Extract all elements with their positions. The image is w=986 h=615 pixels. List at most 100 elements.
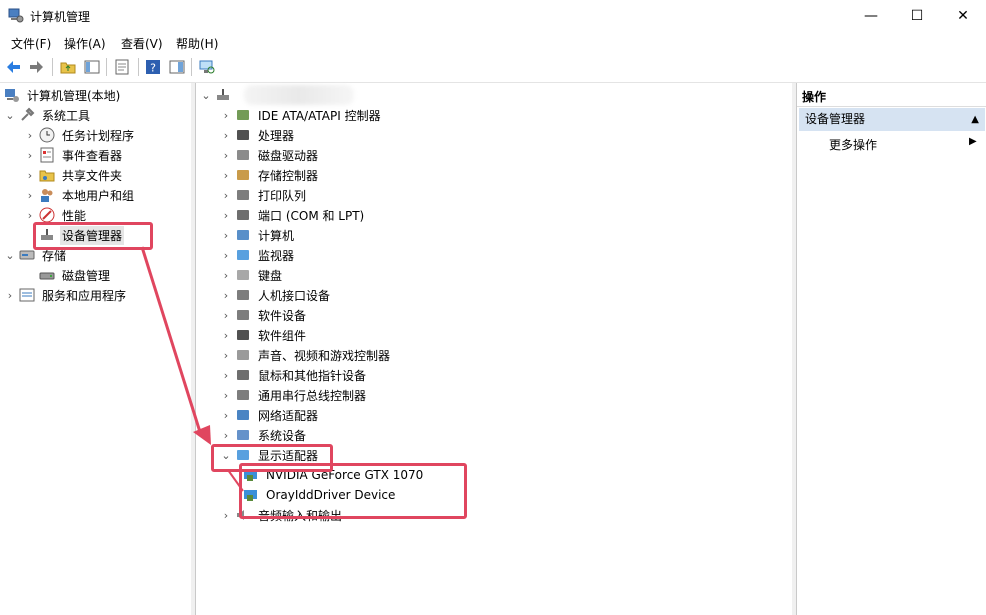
chevron-right-icon[interactable]: › — [220, 505, 232, 525]
usb-icon — [237, 390, 249, 400]
more-actions-item[interactable]: 更多操作 — [829, 136, 877, 153]
device-category-label: 监视器 — [258, 248, 295, 263]
close-button[interactable]: ✕ — [940, 0, 986, 31]
device-category-label: 磁盘驱动器 — [258, 148, 319, 163]
properties-icon[interactable] — [114, 59, 130, 75]
chevron-right-icon[interactable]: › — [220, 205, 232, 225]
tree-event-viewer[interactable]: › 事件查看器 — [24, 145, 124, 165]
chevron-right-icon[interactable]: › — [220, 105, 232, 125]
action-pane-icon[interactable] — [169, 59, 185, 75]
device-category[interactable]: › 人机接口设备 — [220, 285, 332, 305]
help-icon[interactable]: ? — [145, 59, 161, 75]
device-category[interactable]: › 打印队列 — [220, 185, 308, 205]
tree-item-label: 任务计划程序 — [62, 128, 135, 143]
shared-folder-icon — [39, 170, 55, 182]
chevron-right-icon[interactable]: › — [24, 125, 36, 145]
device-category[interactable]: › 鼠标和其他指针设备 — [220, 365, 368, 385]
menu-help[interactable]: 帮助(H) — [176, 35, 218, 52]
tree-item-label: 服务和应用程序 — [42, 288, 127, 303]
menu-bar: 文件(F) 操作(A) 查看(V) 帮助(H) — [0, 31, 986, 53]
chevron-right-icon[interactable]: › — [220, 245, 232, 265]
processor-icon — [237, 130, 249, 140]
window-title: 计算机管理 — [30, 10, 91, 24]
tree-disk-management[interactable]: 磁盘管理 — [24, 265, 112, 285]
device-category-label: 软件组件 — [258, 328, 307, 343]
tree-services[interactable]: › 服务和应用程序 — [4, 285, 128, 305]
title-bar: 计算机管理 — ☐ ✕ — [0, 0, 986, 31]
device-category[interactable]: › 磁盘驱动器 — [220, 145, 320, 165]
device-category[interactable]: › 端口 (COM 和 LPT) — [220, 205, 366, 225]
minimize-button[interactable]: — — [848, 0, 894, 31]
back-arrow-icon[interactable] — [6, 59, 22, 75]
chevron-right-icon[interactable]: › — [220, 145, 232, 165]
tree-system-tools[interactable]: ⌄ 系统工具 — [4, 105, 92, 125]
submenu-triangle-icon[interactable]: ▶ — [969, 136, 977, 147]
up-folder-icon[interactable] — [60, 59, 76, 75]
device-category[interactable]: › 软件设备 — [220, 305, 308, 325]
maximize-button[interactable]: ☐ — [894, 0, 940, 31]
menu-action[interactable]: 操作(A) — [64, 35, 106, 52]
device-category[interactable]: › 监视器 — [220, 245, 296, 265]
chevron-right-icon[interactable]: › — [220, 225, 232, 245]
port-icon — [237, 210, 249, 220]
device-tree-root[interactable]: ⌄ — [200, 85, 236, 105]
device-category[interactable]: › 通用串行总线控制器 — [220, 385, 368, 405]
chevron-right-icon[interactable]: › — [220, 265, 232, 285]
device-category[interactable]: › 键盘 — [220, 265, 284, 285]
toolbar-separator — [191, 58, 192, 76]
device-category[interactable]: › 处理器 — [220, 125, 296, 145]
chevron-right-icon[interactable]: › — [24, 145, 36, 165]
chevron-right-icon[interactable]: › — [220, 425, 232, 445]
redacted-computer-name — [244, 85, 354, 105]
chevron-down-icon[interactable]: ⌄ — [4, 245, 16, 265]
chevron-right-icon[interactable]: › — [220, 345, 232, 365]
clock-icon — [39, 127, 55, 143]
console-tree-pane: 计算机管理(本地) ⌄ 系统工具 › 任务计划程序 › 事件查看器 › 共享文件… — [0, 83, 192, 615]
chevron-right-icon[interactable]: › — [4, 285, 16, 305]
chevron-right-icon[interactable]: › — [220, 365, 232, 385]
chevron-down-icon[interactable]: ⌄ — [4, 105, 16, 125]
menu-view[interactable]: 查看(V) — [121, 35, 163, 52]
scan-hardware-icon[interactable] — [199, 59, 215, 75]
storage-controller-icon — [237, 170, 249, 180]
chevron-right-icon[interactable]: › — [220, 285, 232, 305]
device-category[interactable]: › IDE ATA/ATAPI 控制器 — [220, 105, 383, 125]
chevron-right-icon[interactable]: › — [24, 165, 36, 185]
device-category-label: 软件设备 — [258, 308, 307, 323]
services-icon — [19, 288, 35, 302]
device-category-label: 通用串行总线控制器 — [258, 388, 367, 403]
chevron-right-icon[interactable]: › — [220, 325, 232, 345]
chevron-right-icon[interactable]: › — [24, 185, 36, 205]
chevron-right-icon[interactable]: › — [220, 185, 232, 205]
device-tree-pane: ⌄ › IDE ATA/ATAPI 控制器 › 处理器 › 磁盘驱动器 › 存储控制器 › 打印队… — [195, 83, 794, 615]
monitor-icon — [237, 250, 249, 260]
device-category-label: 存储控制器 — [258, 168, 319, 183]
tree-shared-folders[interactable]: › 共享文件夹 — [24, 165, 124, 185]
chevron-down-icon[interactable]: ⌄ — [200, 85, 212, 105]
actions-selected-item[interactable]: 设备管理器 ▲ — [799, 108, 985, 131]
chevron-right-icon[interactable]: › — [220, 305, 232, 325]
show-hide-tree-icon[interactable] — [84, 59, 100, 75]
chevron-right-icon[interactable]: › — [220, 165, 232, 185]
device-category-label: IDE ATA/ATAPI 控制器 — [258, 108, 381, 123]
computer-management-icon — [8, 8, 24, 23]
chevron-right-icon[interactable]: › — [220, 125, 232, 145]
menu-file[interactable]: 文件(F) — [11, 35, 51, 52]
chevron-right-icon[interactable]: › — [220, 385, 232, 405]
tree-local-users[interactable]: › 本地用户和组 — [24, 185, 136, 205]
tree-root-label: 计算机管理(本地) — [27, 88, 121, 103]
device-category[interactable]: › 系统设备 — [220, 425, 308, 445]
collapse-triangle-icon[interactable]: ▲ — [971, 108, 979, 131]
device-category-label: 打印队列 — [258, 188, 307, 203]
toolbar-separator — [138, 58, 139, 76]
tree-item-label: 共享文件夹 — [62, 168, 123, 183]
tree-task-scheduler[interactable]: › 任务计划程序 — [24, 125, 136, 145]
device-category[interactable]: › 存储控制器 — [220, 165, 320, 185]
forward-arrow-icon[interactable] — [28, 59, 44, 75]
device-category[interactable]: › 网络适配器 — [220, 405, 320, 425]
device-category[interactable]: › 声音、视频和游戏控制器 — [220, 345, 392, 365]
device-category[interactable]: › 软件组件 — [220, 325, 308, 345]
chevron-right-icon[interactable]: › — [220, 405, 232, 425]
device-category[interactable]: › 计算机 — [220, 225, 296, 245]
tree-root[interactable]: 计算机管理(本地) — [4, 85, 122, 105]
